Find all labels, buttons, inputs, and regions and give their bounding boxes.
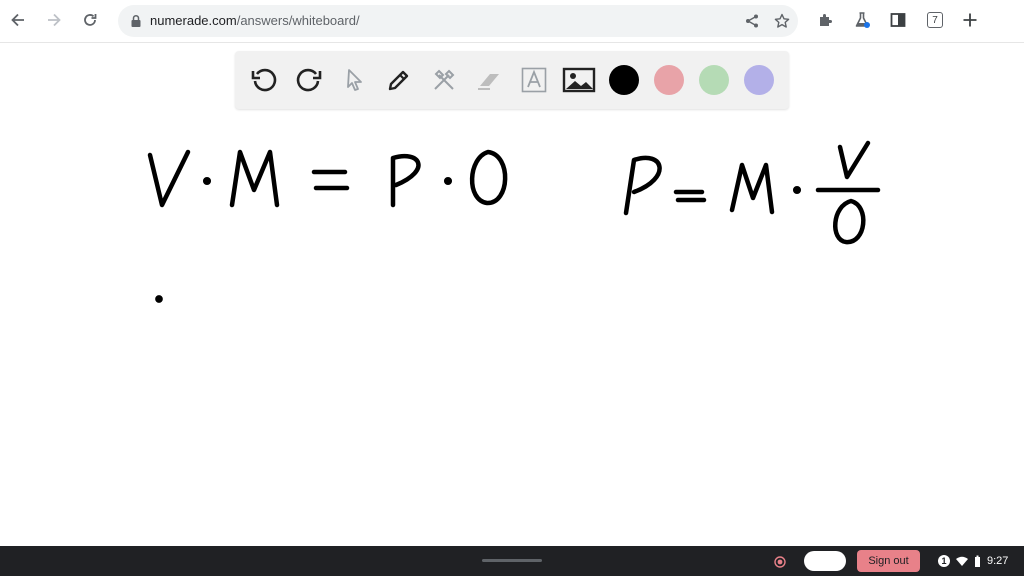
handwriting-strokes: [147, 140, 881, 303]
share-icon[interactable]: [742, 11, 762, 31]
shelf-handle[interactable]: [482, 559, 542, 562]
labs-flask-icon[interactable]: [850, 8, 874, 32]
color-swatch-pink[interactable]: [654, 65, 684, 95]
back-arrow-icon[interactable]: [4, 6, 32, 34]
whiteboard-canvas[interactable]: [0, 110, 1024, 546]
whiteboard-toolbar: [235, 51, 789, 109]
sign-out-button[interactable]: Sign out: [857, 550, 920, 572]
stroke-p2: [623, 155, 662, 216]
clock-time: 9:27: [987, 555, 1009, 567]
color-swatch-purple[interactable]: [744, 65, 774, 95]
side-panel-icon[interactable]: [886, 8, 910, 32]
screen-record-icon[interactable]: [774, 555, 786, 568]
color-swatch-green[interactable]: [699, 65, 729, 95]
stroke-v: [147, 149, 191, 208]
eraser-icon[interactable]: [472, 63, 506, 97]
stroke-m2: [729, 162, 775, 215]
wifi-icon: [956, 556, 968, 566]
url-path: /answers/whiteboard/: [236, 13, 360, 28]
os-shelf: Sign out 1 9:27: [0, 546, 1024, 576]
battery-icon: [975, 555, 980, 567]
forward-arrow-icon[interactable]: [40, 6, 68, 34]
new-tab-plus-icon[interactable]: [958, 8, 982, 32]
url-host: numerade.com: [150, 13, 237, 28]
tools-icon[interactable]: [427, 63, 461, 97]
undo-icon[interactable]: [247, 63, 281, 97]
status-tray[interactable]: 1 9:27: [938, 553, 1008, 569]
address-bar[interactable]: numerade.com/answers/whiteboard/: [118, 5, 798, 37]
notification-badge[interactable]: 1: [938, 555, 950, 567]
stroke-p: [390, 154, 421, 208]
stray-dot: [155, 295, 163, 303]
redo-icon[interactable]: [292, 63, 326, 97]
url-text[interactable]: numerade.com/answers/whiteboard/: [150, 13, 360, 28]
stroke-equals: [311, 169, 350, 191]
color-swatch-black[interactable]: [609, 65, 639, 95]
input-pill[interactable]: [804, 551, 846, 571]
browser-toolbar: numerade.com/answers/whiteboard/ 7: [0, 0, 1024, 43]
stroke-m: [229, 149, 280, 208]
dot-1: [202, 176, 212, 186]
reload-icon[interactable]: [76, 6, 104, 34]
stroke-o2: [833, 198, 866, 245]
tab-count-icon[interactable]: 7: [927, 12, 943, 28]
image-icon[interactable]: [562, 63, 596, 97]
text-icon[interactable]: [517, 63, 551, 97]
dot-3: [792, 185, 802, 195]
select-pointer-icon[interactable]: [337, 63, 371, 97]
lock-icon[interactable]: [130, 14, 142, 33]
dot-2: [443, 176, 453, 186]
bookmark-star-icon[interactable]: [772, 11, 792, 31]
stroke-v2: [837, 140, 871, 180]
stroke-o: [469, 149, 508, 206]
pen-icon[interactable]: [382, 63, 416, 97]
extensions-puzzle-icon[interactable]: [814, 8, 838, 32]
stroke-equals2: [673, 189, 707, 203]
